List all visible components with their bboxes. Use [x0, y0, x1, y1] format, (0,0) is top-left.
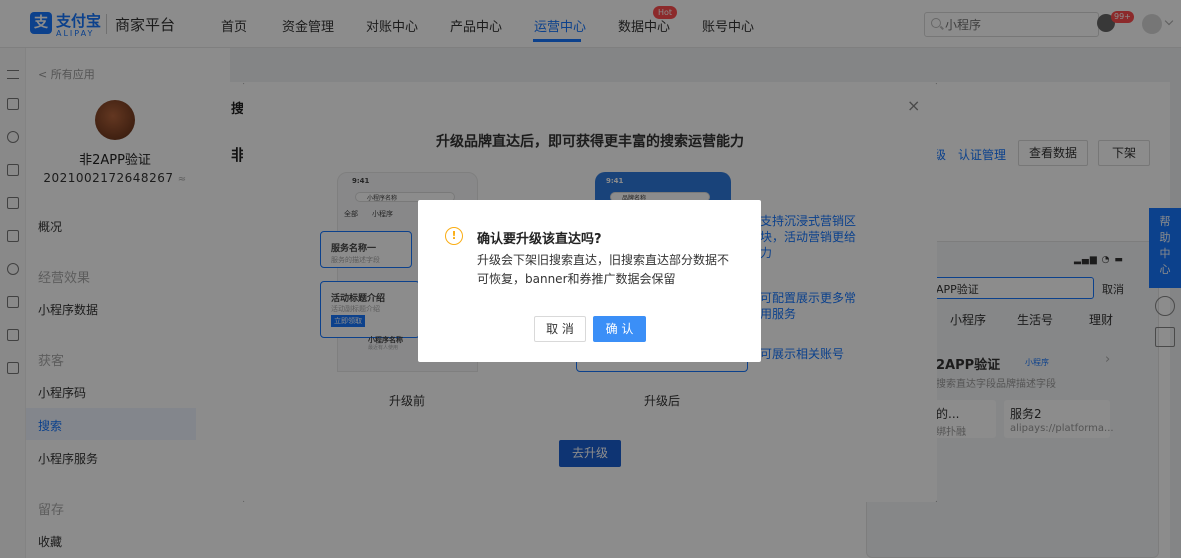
confirm-title: 确认要升级该直达吗?: [477, 232, 602, 247]
confirm-button[interactable]: 确 认: [593, 316, 646, 342]
warning-icon: !: [445, 227, 463, 245]
confirm-message: 升级会下架旧搜索直达，旧搜索直达部分数据不可恢复，banner和券推广数据会保留: [477, 253, 730, 286]
cancel-button[interactable]: 取 消: [534, 316, 586, 342]
